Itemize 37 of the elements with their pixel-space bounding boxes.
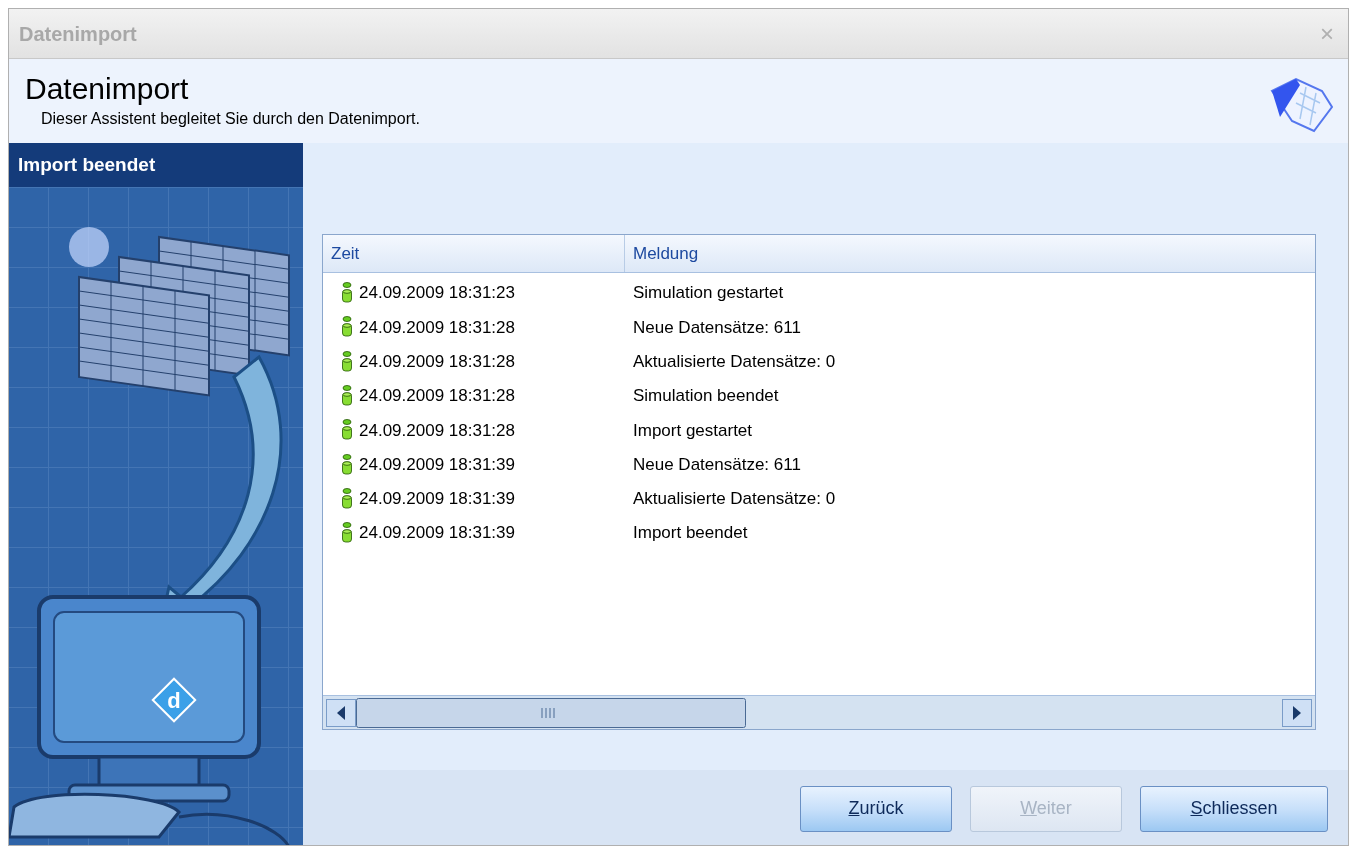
message-cell-text: Aktualisierte Datensätze: 0 bbox=[632, 488, 836, 511]
database-icon bbox=[341, 419, 353, 442]
message-cell-text: Import beendet bbox=[632, 522, 748, 545]
header-title: Datenimport bbox=[25, 71, 190, 107]
header-subtitle: Dieser Assistent begleitet Sie durch den Datenimport. bbox=[40, 109, 420, 129]
step-title: Import beendet bbox=[18, 153, 156, 177]
time-cell-text: 24.09.2009 18:31:28 bbox=[359, 419, 515, 442]
window-title: Datenimport bbox=[19, 21, 137, 47]
database-icon bbox=[341, 316, 353, 339]
horizontal-scrollbar[interactable] bbox=[323, 695, 1315, 729]
time-cell-text: 24.09.2009 18:31:28 bbox=[359, 316, 515, 339]
message-cell-text: Simulation gestartet bbox=[632, 282, 784, 305]
column-header[interactable]: Zeit bbox=[323, 235, 625, 272]
database-icon bbox=[341, 522, 353, 545]
message-cell-text: Neue Datensätze: 611 bbox=[632, 316, 801, 339]
wizard-button[interactable]: Zurück bbox=[800, 785, 952, 832]
scroll-thumb-icon[interactable] bbox=[356, 697, 746, 728]
database-icon bbox=[341, 487, 353, 510]
time-cell-text: 24.09.2009 18:31:39 bbox=[359, 488, 515, 511]
database-icon bbox=[341, 453, 353, 476]
time-cell-text: 24.09.2009 18:31:39 bbox=[359, 522, 515, 545]
import-illustration-drawing: d bbox=[9, 187, 303, 845]
time-cell-text: 24.09.2009 18:31:28 bbox=[359, 385, 515, 408]
message-cell-text: Neue Datensätze: 611 bbox=[632, 453, 801, 476]
scroll-right-icon[interactable] bbox=[1282, 698, 1312, 727]
database-icon bbox=[341, 282, 353, 305]
message-cell-text: Simulation beendet bbox=[632, 385, 779, 408]
time-cell-text: 24.09.2009 18:31:23 bbox=[359, 282, 515, 305]
scroll-left-icon[interactable] bbox=[326, 698, 356, 727]
column-header[interactable]: Meldung bbox=[625, 235, 1315, 272]
time-cell-text: 24.09.2009 18:31:28 bbox=[359, 351, 515, 373]
wizard-button[interactable]: Schliessen bbox=[1140, 785, 1328, 832]
database-icon bbox=[341, 385, 353, 408]
message-cell-text: Aktualisierte Datensätze: 0 bbox=[632, 351, 836, 373]
database-icon bbox=[341, 350, 353, 373]
message-cell-text: Import gestartet bbox=[632, 419, 753, 442]
time-cell-text: 24.09.2009 18:31:39 bbox=[359, 453, 515, 476]
